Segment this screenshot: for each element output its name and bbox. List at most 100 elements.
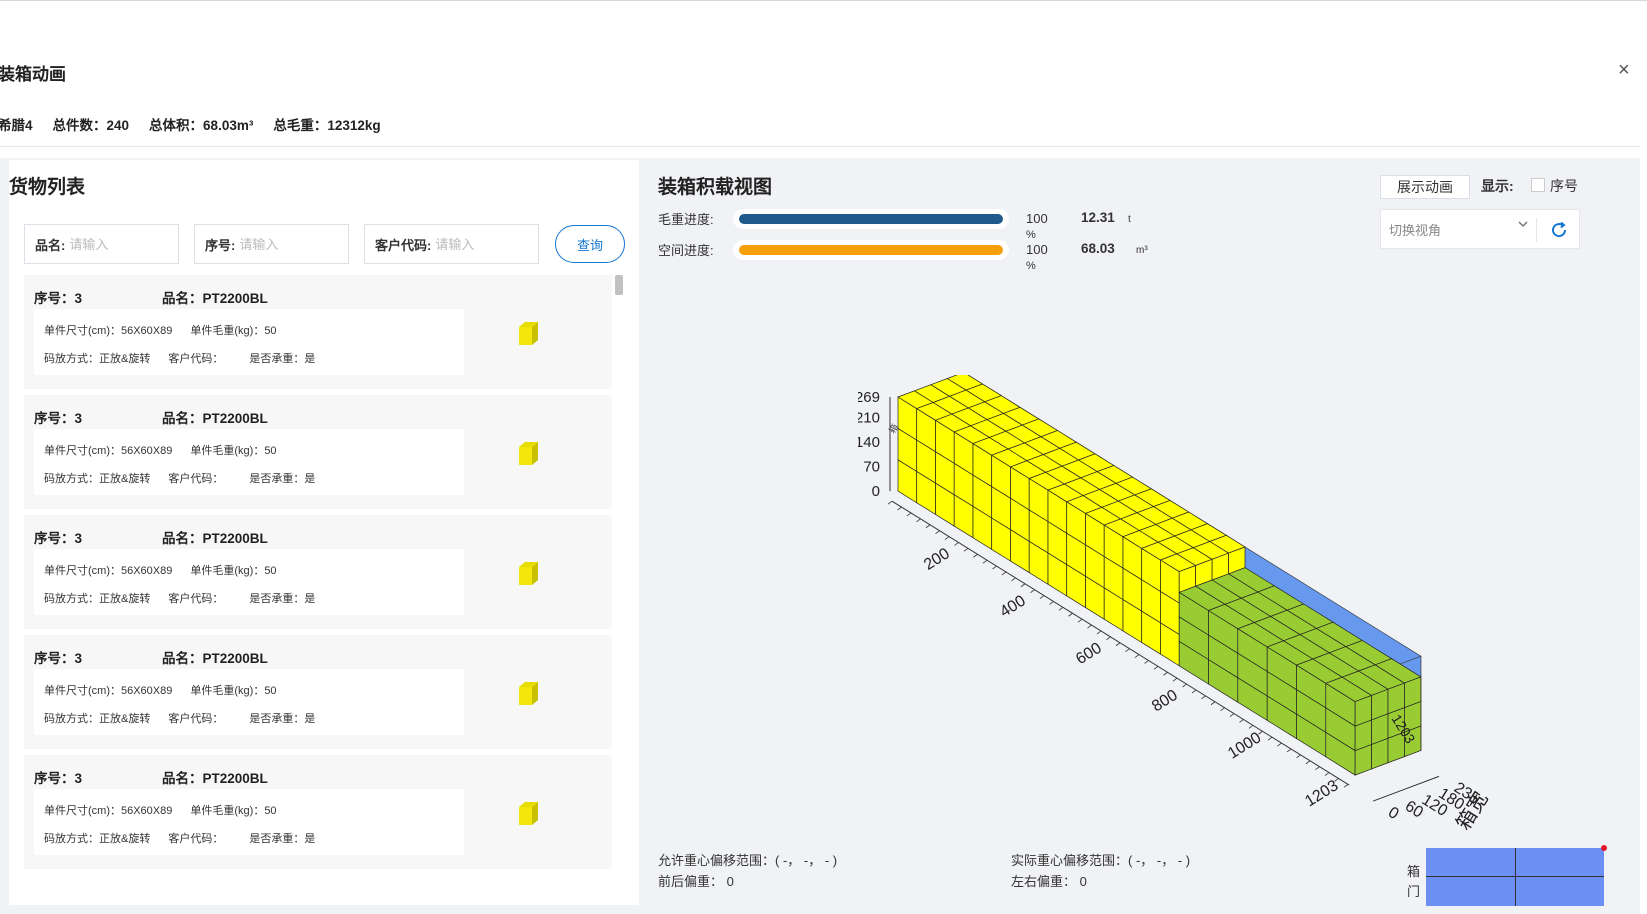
cargo-customer: 客户代码： [168, 713, 224, 725]
width-tick-label: 0 [1385, 804, 1402, 823]
length-minor-tick [1239, 719, 1244, 723]
total-count: 总件数：240 [52, 118, 130, 133]
length-minor-tick [1096, 630, 1102, 635]
cargo-placement: 码放方式：正放&旋转 [44, 713, 151, 725]
cargo-card[interactable]: 序号：3 品名：PT2200BL 单件尺寸(cm)：56X60X89 单件毛重(kg)… [24, 635, 612, 749]
length-minor-tick [1191, 689, 1197, 694]
cargo-customer: 客户代码： [168, 473, 224, 485]
seq-checkbox[interactable] [1531, 178, 1545, 192]
weight-progress-fill [739, 214, 1003, 224]
length-minor-tick [1267, 736, 1273, 741]
length-minor-tick [1001, 571, 1007, 576]
container-3d-view[interactable]: 2004006008001000120326921014070023518012… [858, 375, 1578, 835]
modal-title: 装箱动画 [0, 65, 66, 84]
length-tick-label: 800 [1149, 687, 1181, 716]
height-tick-label: 70 [863, 459, 880, 476]
length-minor-tick [1020, 583, 1026, 588]
cargo-bearing: 是否承重：是 [249, 353, 316, 365]
chevron-down-icon[interactable] [1517, 218, 1529, 233]
space-progress-value: 68.03 [1081, 241, 1115, 256]
length-minor-tick [1134, 654, 1140, 658]
length-minor-tick [935, 530, 940, 534]
height-tick-label: 0 [872, 483, 880, 500]
length-minor-tick [1220, 707, 1225, 711]
weight-progress-percent: 100 % [1026, 211, 1048, 241]
cargo-weight: 单件毛重(kg)：50 [190, 685, 277, 697]
list-scrollbar[interactable] [615, 275, 623, 295]
seq-search-label: 序号: [205, 237, 236, 253]
length-tick-label: 1203 [1302, 777, 1341, 810]
cargo-card[interactable]: 序号：3 品名：PT2200BL 单件尺寸(cm)：56X60X89 单件毛重(kg)… [24, 515, 612, 629]
length-minor-tick [1182, 683, 1187, 688]
refresh-icon[interactable] [1548, 219, 1570, 246]
seq-search-field[interactable]: 序号: [194, 224, 349, 264]
space-progress-track [733, 240, 1009, 260]
cargo-details: 单件尺寸(cm)：56X60X89 单件毛重(kg)：50 码放方式：正放&旋转 客户… [34, 669, 464, 735]
length-minor-tick [1286, 748, 1292, 753]
length-minor-tick [906, 512, 912, 517]
length-minor-tick [1258, 730, 1263, 735]
length-minor-tick [1011, 577, 1016, 582]
length-minor-tick [1163, 671, 1168, 676]
length-minor-tick [1077, 618, 1083, 623]
view-select[interactable]: 切换视角 [1389, 220, 1441, 239]
cargo-details: 单件尺寸(cm)：56X60X89 单件毛重(kg)：50 码放方式：正放&旋转 客户… [34, 429, 464, 495]
length-minor-tick [1315, 766, 1320, 770]
weight-progress-track [733, 209, 1009, 229]
length-minor-tick [1106, 636, 1111, 641]
length-minor-tick [887, 500, 893, 505]
seq-search-input[interactable] [239, 236, 320, 252]
length-minor-tick [1144, 660, 1149, 664]
query-button[interactable]: 查询 [555, 225, 625, 263]
length-minor-tick [1068, 612, 1073, 617]
cargo-seq: 序号：3 [34, 651, 83, 666]
cargo-card[interactable]: 序号：3 品名：PT2200BL 单件尺寸(cm)：56X60X89 单件毛重(kg)… [24, 395, 612, 509]
cargo-size: 单件尺寸(cm)：56X60X89 [44, 325, 173, 337]
cargo-card[interactable]: 序号：3 品名：PT2200BL 单件尺寸(cm)：56X60X89 单件毛重(kg)… [24, 755, 612, 869]
cargo-bearing: 是否承重：是 [249, 593, 316, 605]
cargo-weight: 单件毛重(kg)：50 [190, 565, 277, 577]
cargo-weight: 单件毛重(kg)：50 [190, 445, 277, 457]
cargo-placement: 码放方式：正放&旋转 [44, 833, 151, 845]
close-icon[interactable]: × [1618, 60, 1630, 80]
top-border [0, 0, 1647, 1]
length-minor-tick [982, 559, 988, 564]
cargo-details: 单件尺寸(cm)：56X60X89 单件毛重(kg)：50 码放方式：正放&旋转 客户… [34, 549, 464, 615]
left-right-imbalance: 左右偏重： 0 [1011, 874, 1087, 889]
total-weight: 总毛重：12312kg [273, 118, 381, 133]
length-minor-tick [925, 524, 931, 529]
length-minor-tick [1049, 601, 1054, 605]
length-tick-label: 400 [997, 592, 1029, 621]
cargo-bearing: 是否承重：是 [249, 473, 316, 485]
cargo-name: 品名：PT2200BL [162, 531, 268, 546]
cargo-cube-icon [519, 801, 539, 832]
actual-cog-range: 实际重心偏移范围：( -， -， - ) [1011, 853, 1191, 868]
length-minor-tick [1334, 778, 1339, 782]
customer-search-input[interactable] [435, 236, 526, 252]
cargo-card[interactable]: 序号：3 品名：PT2200BL 单件尺寸(cm)：56X60X89 单件毛重(kg)… [24, 275, 612, 389]
length-minor-tick [963, 548, 969, 552]
customer-search-label: 客户代码: [375, 237, 432, 253]
length-minor-tick [1201, 695, 1206, 700]
length-minor-tick [1324, 772, 1330, 776]
cargo-details: 单件尺寸(cm)：56X60X89 单件毛重(kg)：50 码放方式：正放&旋转 客户… [34, 789, 464, 855]
cargo-cube-icon [519, 561, 539, 592]
cargo-customer: 客户代码： [168, 833, 224, 845]
length-minor-tick [1343, 784, 1349, 788]
space-progress-label: 空间进度: [658, 243, 714, 258]
length-minor-tick [954, 542, 959, 546]
name-search-field[interactable]: 品名: [24, 224, 179, 264]
cargo-size: 单件尺寸(cm)：56X60X89 [44, 565, 173, 577]
space-progress: 空间进度: 100 % 68.03 m³ [658, 240, 1148, 272]
cargo-placement: 码放方式：正放&旋转 [44, 593, 151, 605]
cargo-details: 单件尺寸(cm)：56X60X89 单件毛重(kg)：50 码放方式：正放&旋转 客户… [34, 309, 464, 375]
cargo-list[interactable]: 序号：3 品名：PT2200BL 单件尺寸(cm)：56X60X89 单件毛重(kg)… [24, 275, 612, 895]
cargo-size: 单件尺寸(cm)：56X60X89 [44, 445, 173, 457]
cargo-placement: 码放方式：正放&旋转 [44, 353, 151, 365]
cargo-bearing: 是否承重：是 [249, 833, 316, 845]
length-minor-tick [1229, 713, 1235, 717]
show-animation-button[interactable]: 展示动画 [1380, 175, 1470, 199]
customer-search-field[interactable]: 客户代码: [364, 224, 539, 264]
name-search-input[interactable] [69, 236, 150, 252]
height-tick-label: 269 [858, 389, 880, 406]
